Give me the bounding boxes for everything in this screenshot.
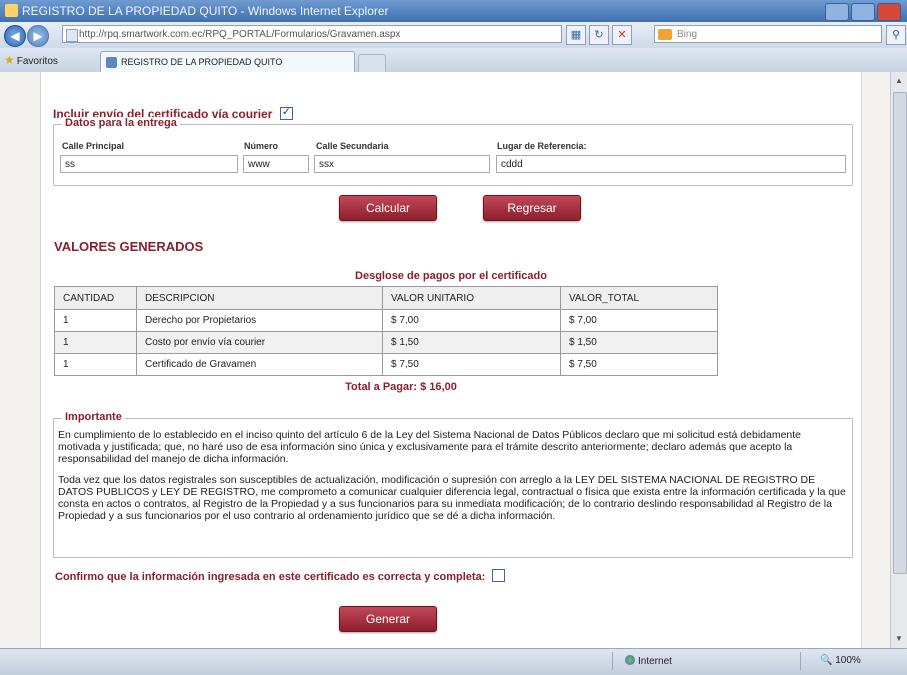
search-icon[interactable]: ⚲ (886, 25, 906, 45)
status-divider (800, 652, 801, 670)
cell-cantidad: 1 (54, 353, 137, 376)
calle-secundaria-label: Calle Secundaria (316, 141, 389, 151)
importante-paragraph-1: En cumplimiento de lo establecido en el … (58, 429, 802, 465)
zoom-level: 100% (835, 655, 861, 666)
col-descripcion: DESCRIPCION (136, 286, 383, 310)
importante-paragraph-2: Toda vez que los datos registrales son s… (58, 474, 846, 522)
cell-valor-total: $ 1,50 (560, 331, 718, 354)
col-valor-total: VALOR_TOTAL (560, 286, 718, 310)
search-input[interactable]: Bing (654, 25, 882, 43)
cell-valor-unitario: $ 1,50 (382, 331, 561, 354)
table-header-row: CANTIDAD DESCRIPCION VALOR UNITARIO VALO… (54, 286, 718, 310)
scroll-down-icon[interactable]: ▼ (893, 632, 905, 646)
zone-label: Internet (638, 656, 672, 667)
address-tools: ▦ ↻ ✕ (566, 25, 632, 45)
generar-button[interactable]: Generar (339, 606, 437, 632)
search-placeholder: Bing (677, 29, 698, 40)
window-title: REGISTRO DE LA PROPIEDAD QUITO - Windows… (22, 4, 389, 18)
favorites-bar: ★ Favoritos REGISTRO DE LA PROPIEDAD QUIT… (0, 48, 907, 73)
refresh-icon[interactable]: ↻ (589, 25, 609, 45)
cell-descripcion: Derecho por Propietarios (136, 309, 383, 332)
window-controls (825, 3, 901, 21)
valores-heading: VALORES GENERADOS (54, 239, 204, 254)
maximize-button[interactable] (851, 3, 875, 21)
compatibility-icon[interactable]: ▦ (566, 25, 586, 45)
address-input[interactable]: http://rpq.smartwork.com.ec/RPQ_PORTAL/F… (62, 25, 562, 43)
tab-favicon (106, 57, 117, 68)
table-row: 1 Certificado de Gravamen $ 7,50 $ 7,50 (54, 353, 718, 376)
back-arrow-icon[interactable]: ◀ (4, 25, 26, 47)
security-zone: Internet (625, 655, 672, 667)
delivery-fieldset: Datos para la entrega Calle Principal Nú… (53, 117, 853, 186)
importante-legend: Importante (62, 411, 125, 423)
address-url: http://rpq.smartwork.com.ec/RPQ_PORTAL/F… (79, 29, 401, 40)
referencia-field[interactable]: cddd (496, 155, 846, 173)
status-divider (612, 652, 613, 670)
zoom-icon: 🔍 (820, 655, 833, 666)
numero-field[interactable]: www (243, 155, 309, 173)
favorites-button[interactable]: ★ Favoritos (4, 53, 58, 67)
numero-label: Número (244, 141, 279, 151)
favorites-label: Favoritos (16, 56, 58, 67)
star-icon: ★ (4, 53, 15, 67)
importante-text: En cumplimiento de lo establecido en el … (58, 429, 846, 531)
regresar-button[interactable]: Regresar (483, 195, 581, 221)
cell-valor-total: $ 7,00 (560, 309, 718, 332)
close-window-button[interactable] (877, 3, 901, 21)
vertical-scrollbar[interactable]: ▲ ▼ (890, 72, 907, 648)
window-titlebar: REGISTRO DE LA PROPIEDAD QUITO - Windows… (0, 0, 907, 22)
new-tab-button[interactable] (358, 54, 386, 73)
importante-fieldset: Importante En cumplimiento de lo estable… (53, 411, 853, 558)
referencia-label: Lugar de Referencia: (497, 141, 587, 151)
scroll-up-icon[interactable]: ▲ (893, 74, 905, 88)
calle-principal-field[interactable]: ss (60, 155, 238, 173)
table-row: 1 Costo por envío vía courier $ 1,50 $ 1… (54, 331, 718, 354)
browser-tab[interactable]: REGISTRO DE LA PROPIEDAD QUITO (100, 51, 355, 72)
courier-checkbox[interactable] (279, 105, 293, 120)
globe-icon (625, 655, 635, 665)
cell-descripcion: Certificado de Gravamen (136, 353, 383, 376)
web-content: Incluir envío del certificado vía courie… (0, 72, 890, 648)
col-cantidad: CANTIDAD (54, 286, 137, 310)
page-icon (66, 29, 78, 42)
cell-cantidad: 1 (54, 309, 137, 332)
status-bar: Internet 🔍 100% (0, 648, 907, 675)
form-page: Incluir envío del certificado vía courie… (40, 72, 862, 648)
address-toolbar: ◀ ▶ http://rpq.smartwork.com.ec/RPQ_PORT… (0, 22, 907, 48)
cell-descripcion: Costo por envío vía courier (136, 331, 383, 354)
ie-app-icon (5, 4, 18, 17)
scroll-thumb[interactable] (893, 92, 907, 574)
calcular-button[interactable]: Calcular (339, 195, 437, 221)
tab-title: REGISTRO DE LA PROPIEDAD QUITO (121, 57, 283, 67)
desglose-title: Desglose de pagos por el certificado (355, 270, 547, 282)
calle-principal-label: Calle Principal (62, 141, 125, 151)
cell-valor-total: $ 7,50 (560, 353, 718, 376)
col-valor-unitario: VALOR UNITARIO (382, 286, 561, 310)
stop-icon[interactable]: ✕ (612, 25, 632, 45)
confirm-checkbox[interactable] (492, 569, 506, 582)
confirm-option: Confirmo que la información ingresada en… (55, 569, 506, 583)
cell-cantidad: 1 (54, 331, 137, 354)
cell-valor-unitario: $ 7,00 (382, 309, 561, 332)
total-a-pagar: Total a Pagar: $ 16,00 (345, 381, 457, 393)
calle-secundaria-field[interactable]: ssx (314, 155, 490, 173)
confirm-label: Confirmo que la información ingresada en… (55, 571, 486, 583)
delivery-legend: Datos para la entrega (62, 117, 180, 129)
zoom-control[interactable]: 🔍 100% (820, 655, 861, 666)
table-row: 1 Derecho por Propietarios $ 7,00 $ 7,00 (54, 309, 718, 332)
search-engine-icon (658, 29, 672, 40)
forward-arrow-icon[interactable]: ▶ (27, 25, 49, 47)
minimize-button[interactable] (825, 3, 849, 21)
cell-valor-unitario: $ 7,50 (382, 353, 561, 376)
payments-table: CANTIDAD DESCRIPCION VALOR UNITARIO VALO… (54, 286, 718, 376)
